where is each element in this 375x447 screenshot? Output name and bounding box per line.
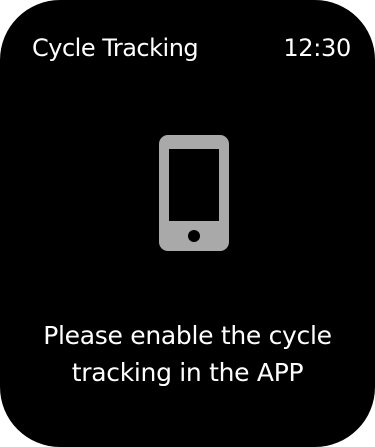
app-title: Cycle Tracking xyxy=(32,34,199,62)
clock-time: 12:30 xyxy=(283,34,351,62)
enable-tracking-message: Please enable the cycle tracking in the … xyxy=(43,321,332,387)
watch-screen: Cycle Tracking 12:30 Please enable the c… xyxy=(0,0,375,447)
smartphone-icon xyxy=(159,135,229,251)
